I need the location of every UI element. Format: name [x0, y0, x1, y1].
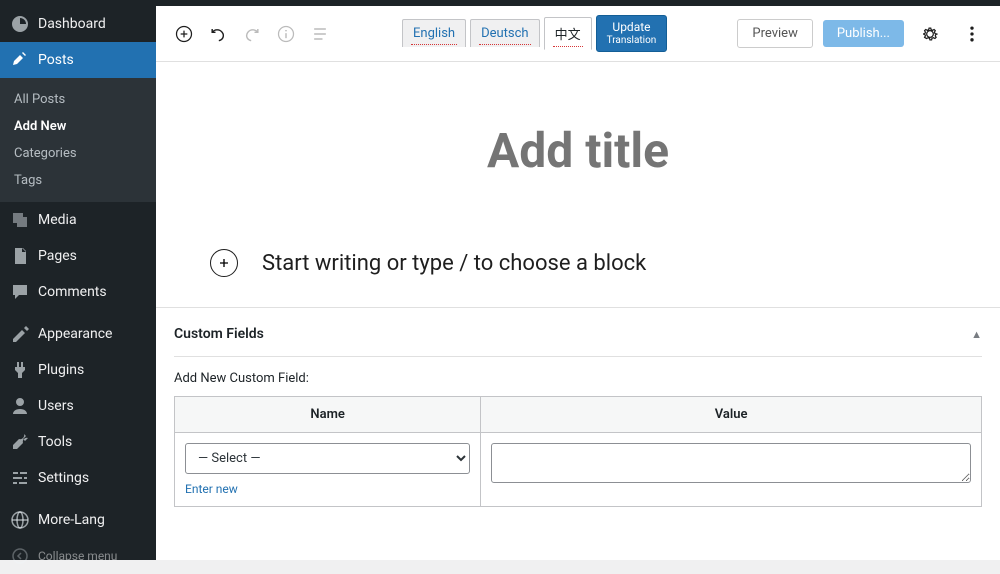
update-label: Update [612, 20, 650, 34]
more-options-button[interactable] [956, 18, 988, 50]
custom-fields-panel: Custom Fields ▲ Add New Custom Field: Na… [156, 307, 1000, 537]
custom-fields-title: Custom Fields [174, 326, 264, 342]
field-value-textarea[interactable] [491, 443, 971, 483]
update-sublabel: Translation [607, 35, 657, 47]
sidebar-item-collapse[interactable]: Collapse menu [0, 538, 156, 574]
editor-main-area: English Deutsch 中文 Update Translation Pr… [156, 6, 1000, 560]
sidebar-item-appearance[interactable]: Appearance [0, 316, 156, 352]
sidebar-item-comments[interactable]: Comments [0, 274, 156, 310]
lang-tab-label: Deutsch [481, 26, 529, 41]
settings-icon [10, 468, 30, 488]
sidebar-item-posts[interactable]: Posts [0, 42, 156, 78]
sidebar-sub-tags[interactable]: Tags [0, 167, 156, 194]
field-name-select[interactable]: — Select — [185, 443, 470, 474]
sidebar-sub-categories[interactable]: Categories [0, 140, 156, 167]
sidebar-sub-allposts[interactable]: All Posts [0, 86, 156, 113]
media-icon [10, 210, 30, 230]
lang-tab-label: English [413, 26, 455, 41]
sidebar-label: Tools [38, 434, 72, 450]
editor-scroll-area[interactable]: Start writing or type / to choose a bloc… [156, 62, 1000, 560]
settings-button[interactable] [914, 18, 946, 50]
sidebar-label: Users [38, 398, 74, 414]
spellcheck-underline [479, 44, 531, 45]
col-header-value: Value [481, 397, 981, 432]
custom-fields-table: Name Value — Select — Enter new [174, 396, 982, 507]
sidebar-item-more-lang[interactable]: More-Lang [0, 502, 156, 538]
sidebar-item-dashboard[interactable]: Dashboard [0, 6, 156, 42]
spellcheck-underline [553, 46, 583, 47]
lang-tab-english[interactable]: English [402, 19, 466, 47]
sidebar-label: Posts [38, 52, 74, 68]
custom-fields-header[interactable]: Custom Fields ▲ [174, 326, 982, 357]
undo-button[interactable] [202, 18, 234, 50]
tools-icon [10, 432, 30, 452]
name-cell: — Select — Enter new [175, 433, 481, 506]
info-button[interactable] [270, 18, 302, 50]
inline-add-block-button[interactable] [210, 249, 238, 277]
pages-icon [10, 246, 30, 266]
toolbar-right-group: Preview Publish... [737, 18, 988, 50]
editor-canvas: Start writing or type / to choose a bloc… [156, 62, 1000, 307]
sidebar-label: Dashboard [38, 16, 106, 32]
sidebar-label: Pages [38, 248, 77, 264]
toolbar-left-group [168, 18, 336, 50]
lang-tab-deutsch[interactable]: Deutsch [470, 19, 540, 47]
lang-tab-label: 中文 [555, 28, 581, 43]
sidebar-item-tools[interactable]: Tools [0, 424, 156, 460]
publish-button[interactable]: Publish... [823, 20, 904, 47]
sidebar-item-pages[interactable]: Pages [0, 238, 156, 274]
pin-icon [10, 50, 30, 70]
sidebar-label: Plugins [38, 362, 84, 378]
redo-button[interactable] [236, 18, 268, 50]
col-header-name: Name [175, 397, 481, 432]
add-block-button[interactable] [168, 18, 200, 50]
plugins-icon [10, 360, 30, 380]
language-icon [10, 510, 30, 530]
dashboard-icon [10, 14, 30, 34]
block-prompt-text[interactable]: Start writing or type / to choose a bloc… [262, 251, 646, 276]
panel-collapse-icon: ▲ [971, 328, 982, 341]
post-title-input[interactable] [196, 122, 960, 179]
value-cell [481, 433, 981, 506]
add-new-field-label: Add New Custom Field: [174, 371, 982, 386]
update-translation-button[interactable]: Update Translation [596, 15, 668, 51]
sidebar-item-plugins[interactable]: Plugins [0, 352, 156, 388]
outline-button[interactable] [304, 18, 336, 50]
comments-icon [10, 282, 30, 302]
users-icon [10, 396, 30, 416]
sidebar-label: Settings [38, 470, 89, 486]
sidebar-label: Media [38, 212, 77, 228]
language-tabs: English Deutsch 中文 Update Translation [402, 15, 667, 51]
sidebar-submenu-posts: All Posts Add New Categories Tags [0, 78, 156, 202]
table-header-row: Name Value [175, 397, 981, 433]
lang-tab-chinese[interactable]: 中文 [544, 17, 592, 50]
enter-new-link[interactable]: Enter new [185, 482, 470, 496]
sidebar-label: Collapse menu [38, 549, 117, 563]
sidebar-label: Comments [38, 284, 107, 300]
spellcheck-underline [411, 44, 457, 45]
sidebar-label: More-Lang [38, 512, 105, 528]
sidebar-label: Appearance [38, 326, 112, 342]
sidebar-sub-addnew[interactable]: Add New [0, 113, 156, 140]
admin-sidebar: Dashboard Posts All Posts Add New Catego… [0, 0, 156, 560]
appearance-icon [10, 324, 30, 344]
editor-toolbar: English Deutsch 中文 Update Translation Pr… [156, 6, 1000, 62]
preview-button[interactable]: Preview [737, 19, 812, 48]
sidebar-item-settings[interactable]: Settings [0, 460, 156, 496]
table-body-row: — Select — Enter new [175, 433, 981, 506]
sidebar-item-users[interactable]: Users [0, 388, 156, 424]
sidebar-item-media[interactable]: Media [0, 202, 156, 238]
block-appender: Start writing or type / to choose a bloc… [196, 249, 960, 277]
collapse-icon [10, 546, 30, 566]
